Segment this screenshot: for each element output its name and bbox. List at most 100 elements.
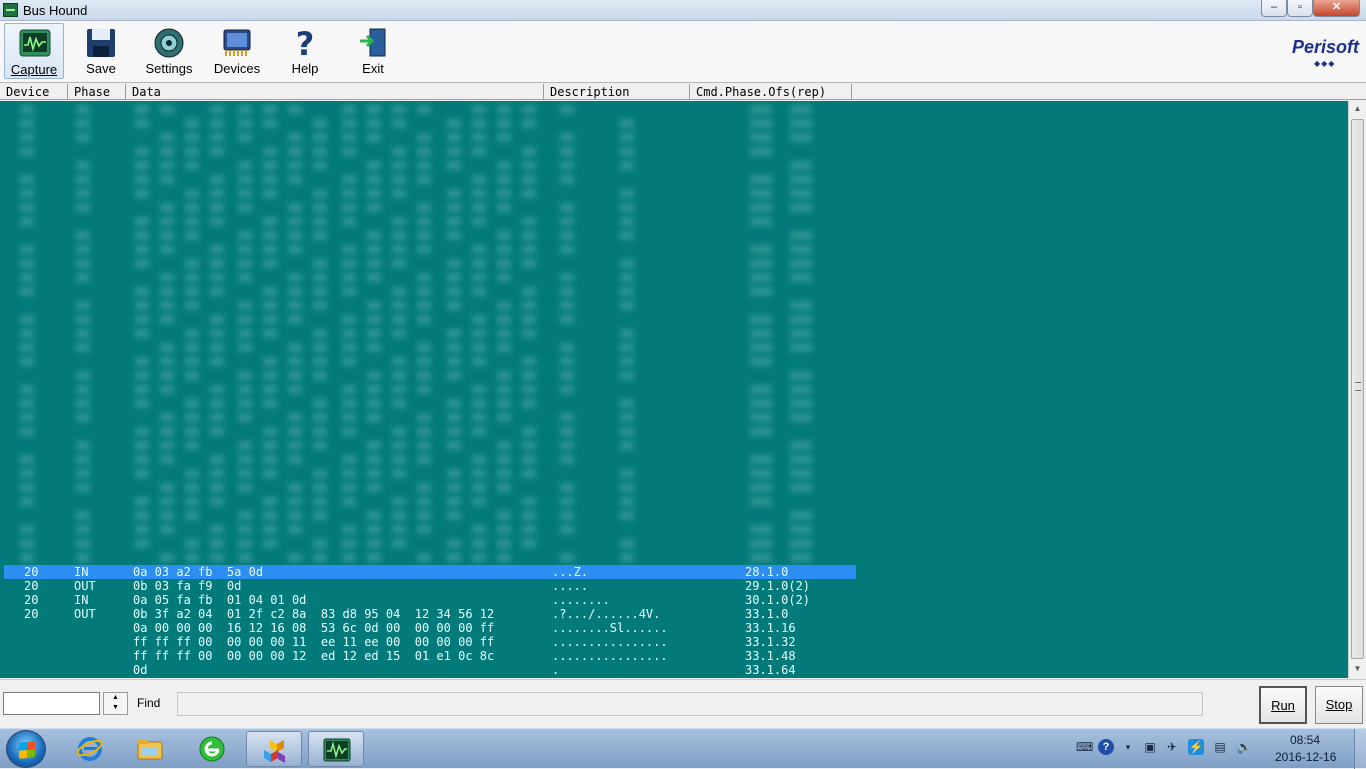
media-icon[interactable]: ▣ xyxy=(1142,739,1158,755)
maximize-button[interactable]: ▫ xyxy=(1287,0,1313,17)
blurred-text xyxy=(238,483,252,492)
settings-button[interactable]: Settings xyxy=(139,23,199,79)
blurred-text xyxy=(790,119,812,128)
table-row[interactable]: 20 OUT 0b 03 fa f9 0d..... 29.1.0(2) xyxy=(0,579,1348,593)
devices-button[interactable]: Devices xyxy=(207,23,267,79)
blurred-text xyxy=(620,133,634,142)
blurred-text xyxy=(76,469,90,478)
find-input[interactable] xyxy=(3,692,100,715)
cubes-icon xyxy=(264,740,285,763)
taskbar-browser[interactable] xyxy=(184,731,240,767)
blurred-text xyxy=(76,329,90,338)
blurred-text xyxy=(20,245,34,254)
close-button[interactable]: ✕ xyxy=(1313,0,1360,17)
table-row[interactable]: ff ff ff 00 00 00 00 11 ee 11 ee 00 00 0… xyxy=(0,635,1348,649)
table-row[interactable]: 20 IN 0a 03 a2 fb 5a 0d ...Z. 28.1.0 xyxy=(4,565,856,579)
tray-expand-icon[interactable]: ▾ xyxy=(1120,739,1136,755)
network-icon[interactable]: ▤ xyxy=(1212,739,1228,755)
app-tray-icon[interactable]: ⚡ xyxy=(1188,739,1204,755)
exit-button[interactable]: Exit xyxy=(343,23,403,79)
blurred-text xyxy=(342,483,356,492)
table-row[interactable]: 20 IN 0a 05 fa fb 01 04 01 0d........ 30.1.… xyxy=(0,593,1348,607)
blurred-text xyxy=(288,133,302,142)
blurred-text xyxy=(560,371,574,380)
blurred-text xyxy=(367,343,381,352)
scroll-thumb[interactable] xyxy=(1351,119,1364,659)
blurred-text xyxy=(238,231,252,240)
clock-time[interactable]: 08:54 xyxy=(1290,733,1320,747)
blurred-text xyxy=(238,399,252,408)
blurred-text xyxy=(210,147,224,156)
stop-button[interactable]: Stop xyxy=(1315,686,1363,724)
capture-button[interactable]: Capture xyxy=(4,23,64,79)
minimize-button[interactable]: – xyxy=(1261,0,1287,17)
run-button[interactable]: Run xyxy=(1259,686,1307,724)
column-header-cmd-phase-ofs[interactable]: Cmd.Phase.Ofs(rep) xyxy=(690,84,852,100)
column-header-description[interactable]: Description xyxy=(544,84,690,100)
blurred-text xyxy=(313,469,327,478)
blurred-text xyxy=(790,259,812,268)
blurred-text xyxy=(238,315,252,324)
blurred-text xyxy=(238,469,252,478)
cell-cmd: 33.1.16 xyxy=(745,621,796,635)
taskbar-app-cubes[interactable] xyxy=(246,731,302,767)
blurred-text xyxy=(447,161,461,170)
blurred-text xyxy=(238,119,252,128)
blurred-text xyxy=(160,245,174,254)
column-header-data[interactable]: Data xyxy=(126,84,544,100)
blurred-text xyxy=(238,273,252,282)
blurred-text xyxy=(185,427,199,436)
find-spinner[interactable]: ▲ ▼ xyxy=(103,692,128,715)
blurred-text xyxy=(135,147,149,156)
column-header-phase[interactable]: Phase xyxy=(68,84,126,100)
blurred-text xyxy=(790,413,812,422)
blurred-text xyxy=(185,147,199,156)
blurred-text xyxy=(263,217,277,226)
cell-desc: ........Sl...... xyxy=(552,621,668,635)
blurred-text xyxy=(497,455,511,464)
blurred-text xyxy=(367,469,381,478)
keyboard-icon[interactable]: ⌨ xyxy=(1076,739,1093,755)
clock-date[interactable]: 2016-12-16 xyxy=(1275,750,1336,764)
table-row[interactable]: 20 OUT 0b 3f a2 04 01 2f c2 8a 83 d8 95 04… xyxy=(0,607,1348,621)
blurred-text xyxy=(522,119,536,128)
scroll-down-arrow[interactable]: ▼ xyxy=(1349,661,1366,677)
blurred-text xyxy=(417,483,431,492)
blurred-text xyxy=(288,483,302,492)
cell-cmd: 33.1.0 xyxy=(745,607,789,621)
blurred-text xyxy=(392,399,406,408)
blurred-text xyxy=(342,427,356,436)
network-monitor-icon[interactable]: ✈ xyxy=(1164,739,1180,755)
blurred-text xyxy=(135,539,149,548)
table-row[interactable]: ff ff ff 00 00 00 00 12 ed 12 ed 15 01 e… xyxy=(0,649,1348,663)
column-header-device[interactable]: Device xyxy=(0,84,68,100)
capture-data-area[interactable]: 20 IN 0a 03 a2 fb 5a 0d ...Z. 28.1.0 20 OUT 0b … xyxy=(0,101,1348,678)
help-tray-icon[interactable]: ? xyxy=(1098,739,1114,755)
status-field xyxy=(177,692,1203,716)
taskbar-bus-hound[interactable] xyxy=(308,731,364,767)
table-row[interactable]: 0d. 33.1.64 xyxy=(0,663,1348,677)
taskbar-ie[interactable] xyxy=(62,731,118,767)
save-button[interactable]: Save xyxy=(71,23,131,79)
blurred-text xyxy=(560,357,574,366)
help-button[interactable]: ? Help xyxy=(275,23,335,79)
show-desktop-button[interactable] xyxy=(1354,729,1366,769)
blurred-text xyxy=(417,385,431,394)
scroll-up-arrow[interactable]: ▲ xyxy=(1349,101,1366,117)
taskbar-explorer[interactable] xyxy=(122,731,178,767)
blurred-text xyxy=(497,539,511,548)
blurred-text xyxy=(313,329,327,338)
blurred-text xyxy=(522,245,536,254)
cell-desc: ................ xyxy=(552,649,668,663)
vertical-scrollbar[interactable]: ▲ ▼ xyxy=(1348,101,1366,678)
blurred-text xyxy=(288,287,302,296)
blurred-text xyxy=(497,189,511,198)
blurred-text xyxy=(342,539,356,548)
start-button[interactable] xyxy=(6,730,46,768)
cell-desc: ........ xyxy=(552,593,610,607)
blurred-text xyxy=(135,427,149,436)
table-row[interactable]: 0a 00 00 00 16 12 16 08 53 6c 0d 00 00 0… xyxy=(0,621,1348,635)
blurred-text xyxy=(313,273,327,282)
volume-icon[interactable]: 🔈 xyxy=(1236,739,1252,755)
blurred-text xyxy=(497,105,511,114)
